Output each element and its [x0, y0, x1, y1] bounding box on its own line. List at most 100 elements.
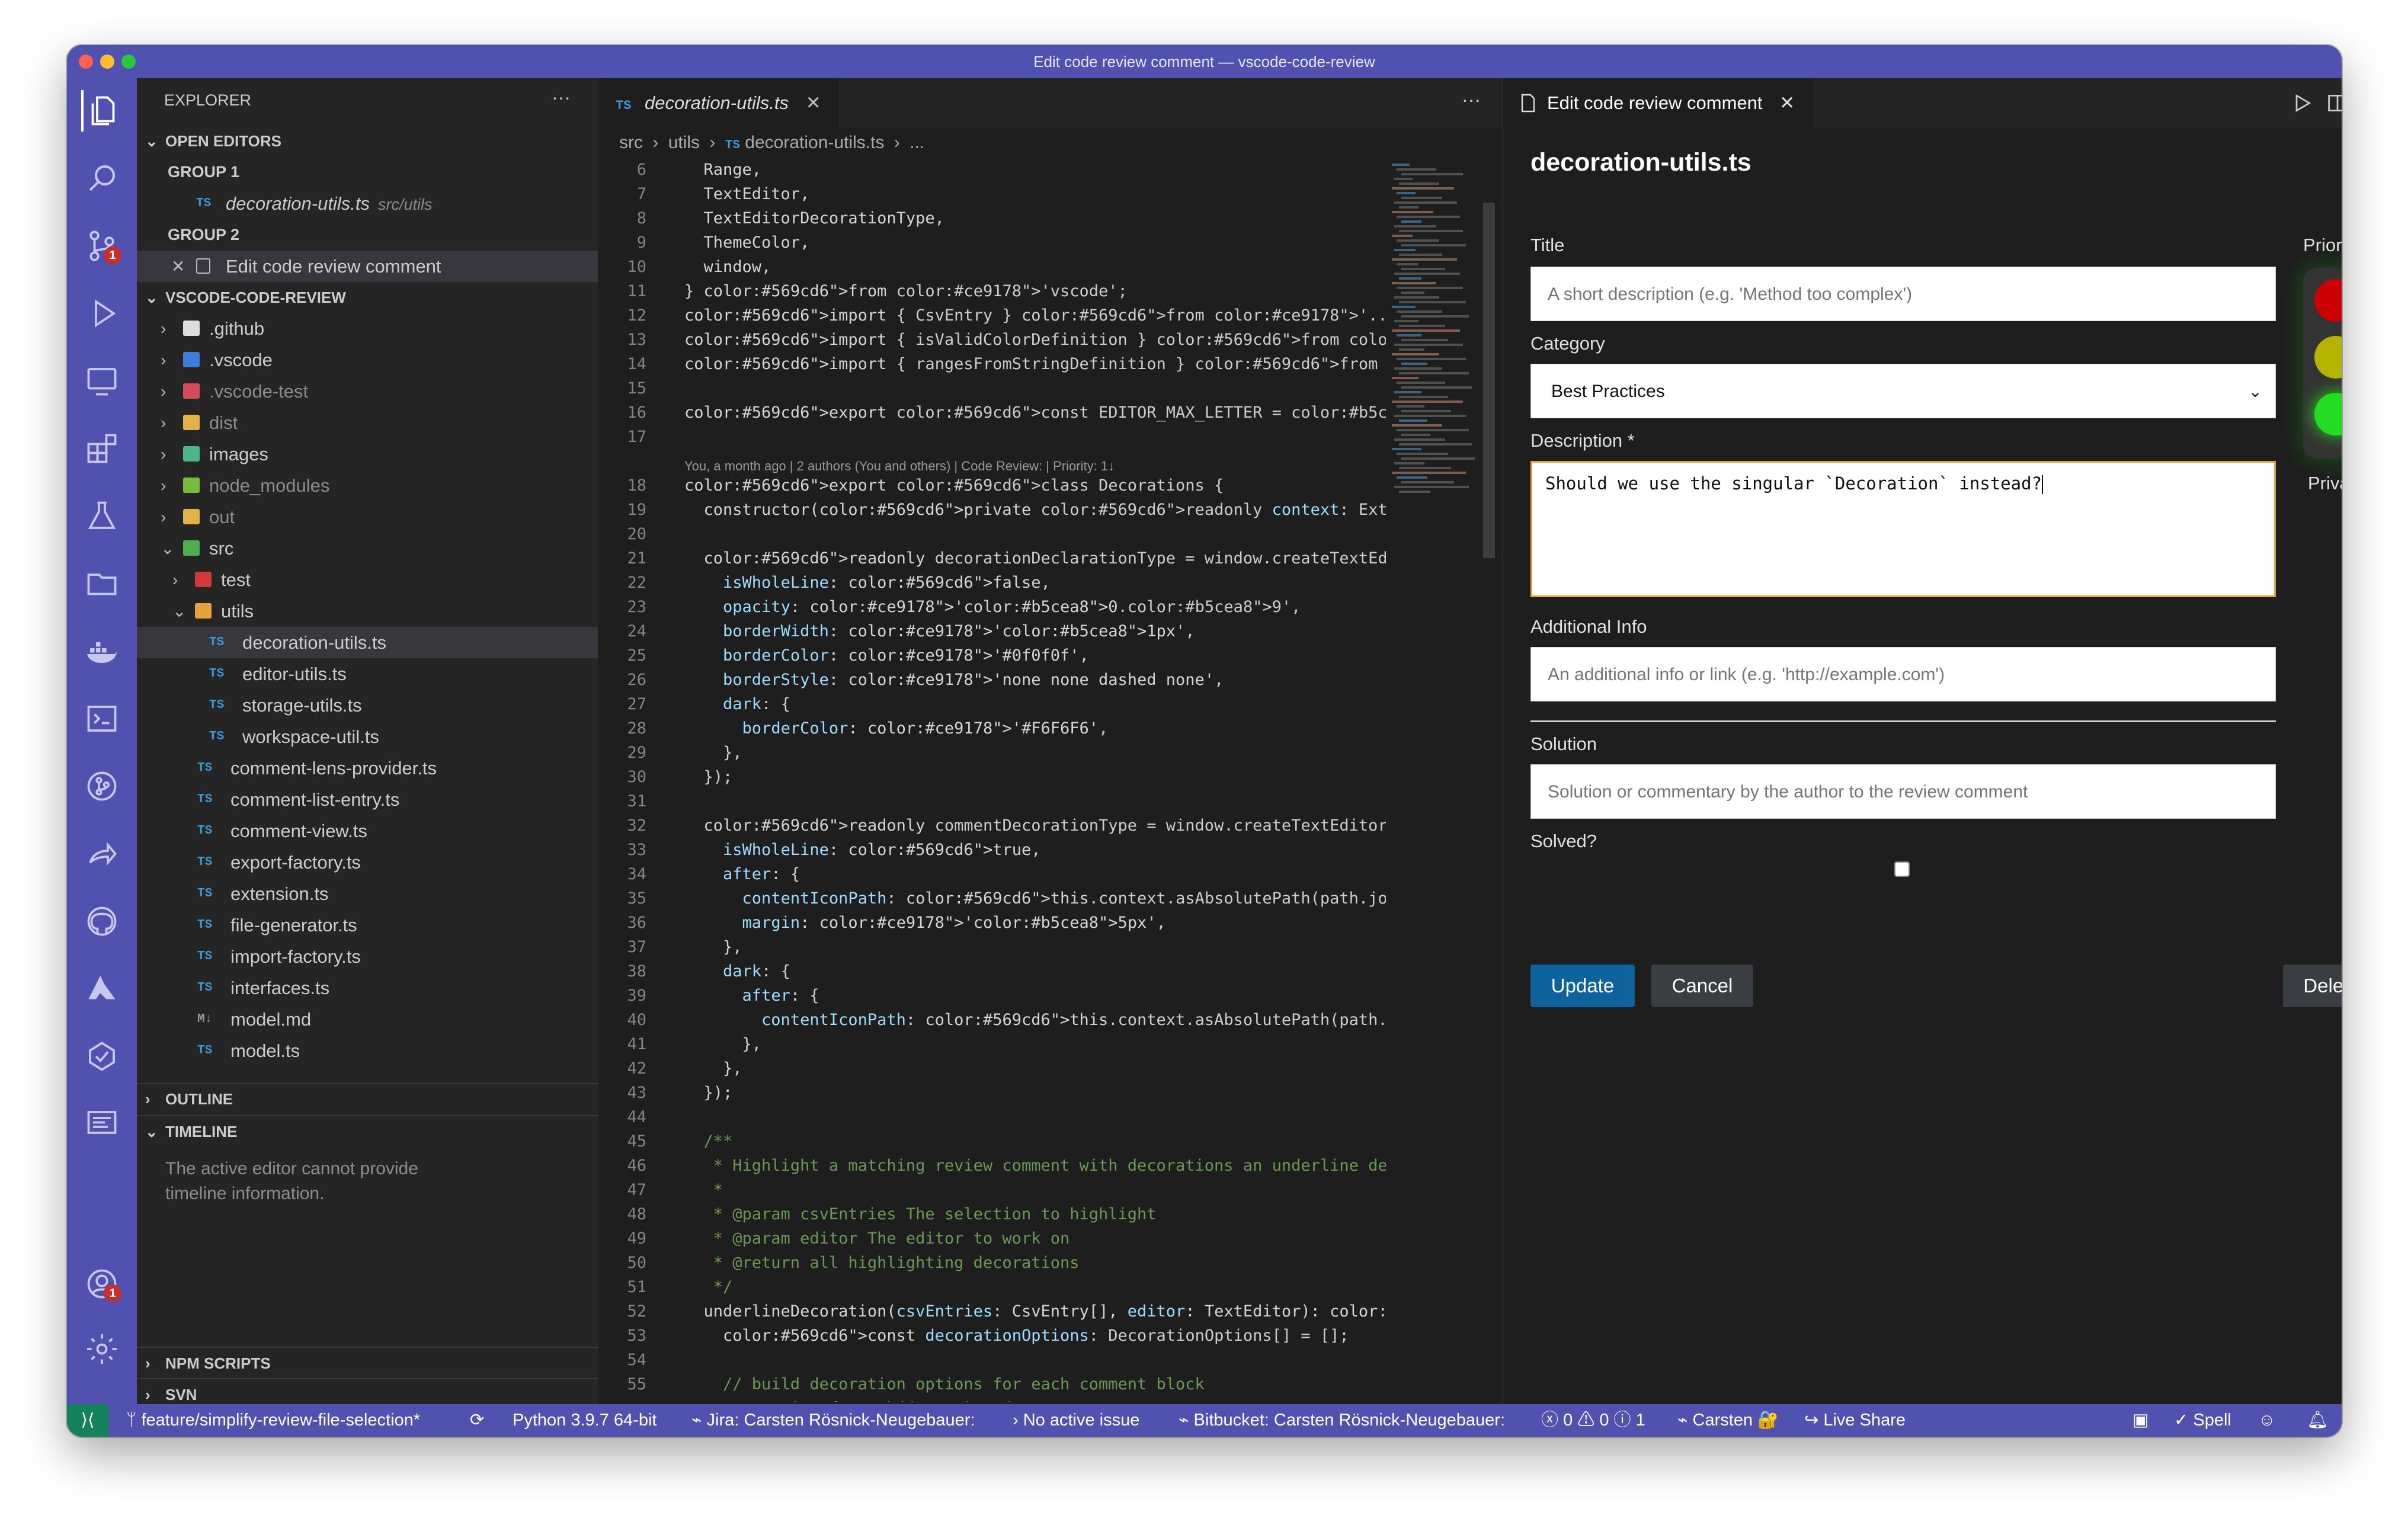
priority-high-light[interactable]	[2314, 279, 2342, 322]
files-icon[interactable]	[81, 90, 123, 132]
user-status[interactable]: ⌁ Carsten 🔐	[1677, 1404, 1779, 1437]
priority-medium-light[interactable]	[2314, 336, 2342, 379]
priority-low-light[interactable]	[2314, 393, 2342, 435]
bitbucket-status[interactable]: ⌁ Bitbucket: Carsten Rösnick-Neugebauer:	[1179, 1404, 1505, 1437]
close-icon[interactable]: ✕	[806, 92, 821, 113]
python-interpreter[interactable]: Python 3.9.7 64-bit	[513, 1404, 657, 1437]
breadcrumb-file[interactable]: decoration-utils.ts	[745, 133, 884, 152]
branch-status[interactable]: ᛘ feature/simplify-review-file-selection…	[126, 1404, 420, 1437]
remote-indicator-icon[interactable]: ⟩⟨	[67, 1404, 108, 1437]
file-import-factory[interactable]: TS import-factory.ts	[137, 941, 598, 972]
folder-node-modules[interactable]: › node_modules	[137, 470, 598, 501]
breadcrumb-src[interactable]: src	[619, 133, 643, 152]
solution-input[interactable]: Solution or commentary by the author to …	[1530, 764, 2276, 819]
source-control-icon[interactable]: 1	[81, 225, 123, 267]
folder-icon[interactable]	[81, 563, 123, 604]
open-editor-item[interactable]: TS decoration-utils.ts src/utils	[137, 188, 598, 219]
delete-button[interactable]: Delete	[2283, 965, 2342, 1007]
terminal-icon[interactable]	[81, 698, 123, 739]
editor-more-icon[interactable]: ···	[1462, 89, 1481, 111]
search-icon[interactable]	[81, 158, 123, 199]
minimap-line	[1401, 434, 1430, 436]
review-icon[interactable]	[81, 1103, 123, 1145]
minimize-window-button[interactable]	[100, 55, 114, 69]
close-window-button[interactable]	[79, 55, 93, 69]
line-number: 21	[627, 549, 646, 568]
chevron-down-icon: ⌄	[145, 1123, 158, 1140]
zoom-window-button[interactable]	[121, 55, 136, 69]
open-editors-header[interactable]: ⌄ OPEN EDITORS	[137, 126, 598, 156]
file-model[interactable]: TS model.ts	[137, 1035, 598, 1066]
sync-icon[interactable]: ⟳	[470, 1404, 484, 1437]
minimap-line	[1397, 192, 1416, 194]
file-editor-utils[interactable]: TS editor-utils.ts	[137, 658, 598, 690]
private-label[interactable]: Private	[2308, 473, 2342, 494]
run-debug-icon[interactable]	[81, 293, 123, 334]
breadcrumb: src › utils › TS decoration-utils.ts › .…	[619, 128, 924, 158]
minimap[interactable]	[1387, 158, 1495, 537]
close-icon[interactable]: ✕	[1779, 92, 1795, 113]
breadcrumb-utils[interactable]: utils	[668, 133, 700, 152]
npm-scripts-header[interactable]: › NPM SCRIPTS	[137, 1347, 598, 1377]
explorer-more-icon[interactable]: ···	[552, 86, 571, 108]
editor-scrollbar[interactable]	[1483, 203, 1495, 558]
testing-icon[interactable]	[81, 495, 123, 537]
outline-header[interactable]: › OUTLINE	[137, 1084, 598, 1114]
description-textarea[interactable]: Should we use the singular `Decoration` …	[1530, 461, 2276, 597]
panel-tab[interactable]: Edit code review comment ✕	[1503, 78, 1814, 128]
timeline-header[interactable]: ⌄ TIMELINE	[137, 1115, 598, 1146]
github-icon[interactable]	[81, 901, 123, 942]
issue-status[interactable]: › No active issue	[1013, 1404, 1139, 1437]
file-model-md[interactable]: M↓ model.md	[137, 1004, 598, 1035]
notifications-icon[interactable]: 🔔︎	[2307, 1404, 2329, 1437]
title-input[interactable]: A short description (e.g. 'Method too co…	[1530, 267, 2276, 321]
docker-icon[interactable]	[81, 630, 123, 672]
additional-info-input[interactable]: An additional info or link (e.g. 'http:/…	[1530, 647, 2276, 701]
file-comment-view[interactable]: TS comment-view.ts	[137, 815, 598, 847]
code-area[interactable]: 6 Range, 7 TextEditor, 8 TextEditorDecorat…	[598, 158, 1386, 1402]
todo-icon[interactable]	[81, 1036, 123, 1077]
file-comment-lens-provider[interactable]: TS comment-lens-provider.ts	[137, 752, 598, 784]
folder-vscode-test[interactable]: › .vscode-test	[137, 376, 598, 407]
feedback-icon[interactable]: ☺	[2258, 1404, 2276, 1437]
folder-test[interactable]: › test	[137, 564, 598, 595]
file-export-factory[interactable]: TS export-factory.ts	[137, 847, 598, 878]
file-decoration-utils[interactable]: TS decoration-utils.ts	[137, 627, 598, 658]
live-share-icon[interactable]	[81, 833, 123, 874]
cancel-button[interactable]: Cancel	[1651, 965, 1753, 1007]
editor-tab[interactable]: TS decoration-utils.ts ✕	[598, 78, 839, 128]
folder-vscode[interactable]: › .vscode	[137, 344, 598, 376]
jira-status[interactable]: ⌁ Jira: Carsten Rösnick-Neugebauer:	[691, 1404, 975, 1437]
folder-utils[interactable]: ⌄ utils	[137, 595, 598, 627]
file-storage-utils[interactable]: TS storage-utils.ts	[137, 690, 598, 721]
update-button[interactable]: Update	[1530, 965, 1635, 1007]
folder-out[interactable]: › out	[137, 501, 598, 533]
project-header[interactable]: ⌄ VSCODE-CODE-REVIEW	[137, 282, 598, 313]
folder-src[interactable]: ⌄ src	[137, 533, 598, 564]
accounts-icon[interactable]: 1	[81, 1263, 123, 1305]
folder-dist[interactable]: › dist	[137, 407, 598, 438]
folder-github[interactable]: › .github	[137, 313, 598, 344]
folder-images[interactable]: › images	[137, 438, 598, 470]
live-share-status[interactable]: ↪ Live Share	[1804, 1404, 1906, 1437]
layout-icon[interactable]: ▣	[2132, 1404, 2148, 1437]
close-icon[interactable]: ✕	[171, 251, 185, 282]
category-label: Category	[1530, 333, 1605, 354]
extensions-icon[interactable]	[81, 428, 123, 469]
file-workspace-util[interactable]: TS workspace-util.ts	[137, 721, 598, 752]
problems-status[interactable]: ⓧ 0 ⚠ 0 ⓘ 1	[1541, 1404, 1645, 1437]
remote-explorer-icon[interactable]	[81, 360, 123, 402]
file-extension[interactable]: TS extension.ts	[137, 878, 598, 909]
git-graph-icon[interactable]	[81, 765, 123, 807]
solved-checkbox[interactable]	[1894, 861, 1910, 877]
file-file-generator[interactable]: TS file-generator.ts	[137, 909, 598, 941]
spell-status[interactable]: ✓ Spell	[2174, 1404, 2231, 1437]
category-select[interactable]: Best Practices ⌄	[1530, 364, 2276, 418]
typescript-icon: TS	[196, 197, 212, 210]
file-comment-list-entry[interactable]: TS comment-list-entry.ts	[137, 784, 598, 815]
settings-gear-icon[interactable]	[81, 1328, 123, 1370]
azure-icon[interactable]	[81, 968, 123, 1010]
breadcrumb-symbol[interactable]: ...	[910, 133, 924, 152]
file-interfaces[interactable]: TS interfaces.ts	[137, 972, 598, 1004]
open-editor-item-review[interactable]: ✕ Edit code review comment	[137, 251, 598, 282]
